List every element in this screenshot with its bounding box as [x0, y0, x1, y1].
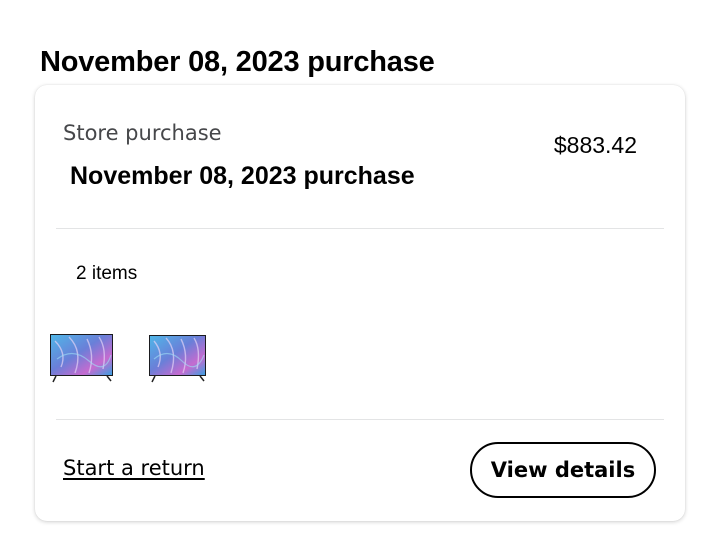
purchase-date-title: November 08, 2023 purchase	[70, 162, 415, 190]
store-purchase-label: Store purchase	[63, 121, 222, 145]
order-card: Store purchase $883.42 November 08, 2023…	[35, 85, 685, 521]
tv-product-image[interactable]	[49, 329, 115, 398]
start-return-link[interactable]: Start a return	[63, 456, 205, 480]
page-title: November 08, 2023 purchase	[40, 46, 435, 78]
divider	[56, 419, 664, 420]
divider	[56, 228, 664, 229]
order-total-price: $883.42	[553, 132, 637, 158]
item-count: 2 items	[76, 263, 138, 284]
tv-product-image[interactable]	[148, 329, 208, 398]
view-details-button[interactable]: View details	[470, 442, 656, 498]
